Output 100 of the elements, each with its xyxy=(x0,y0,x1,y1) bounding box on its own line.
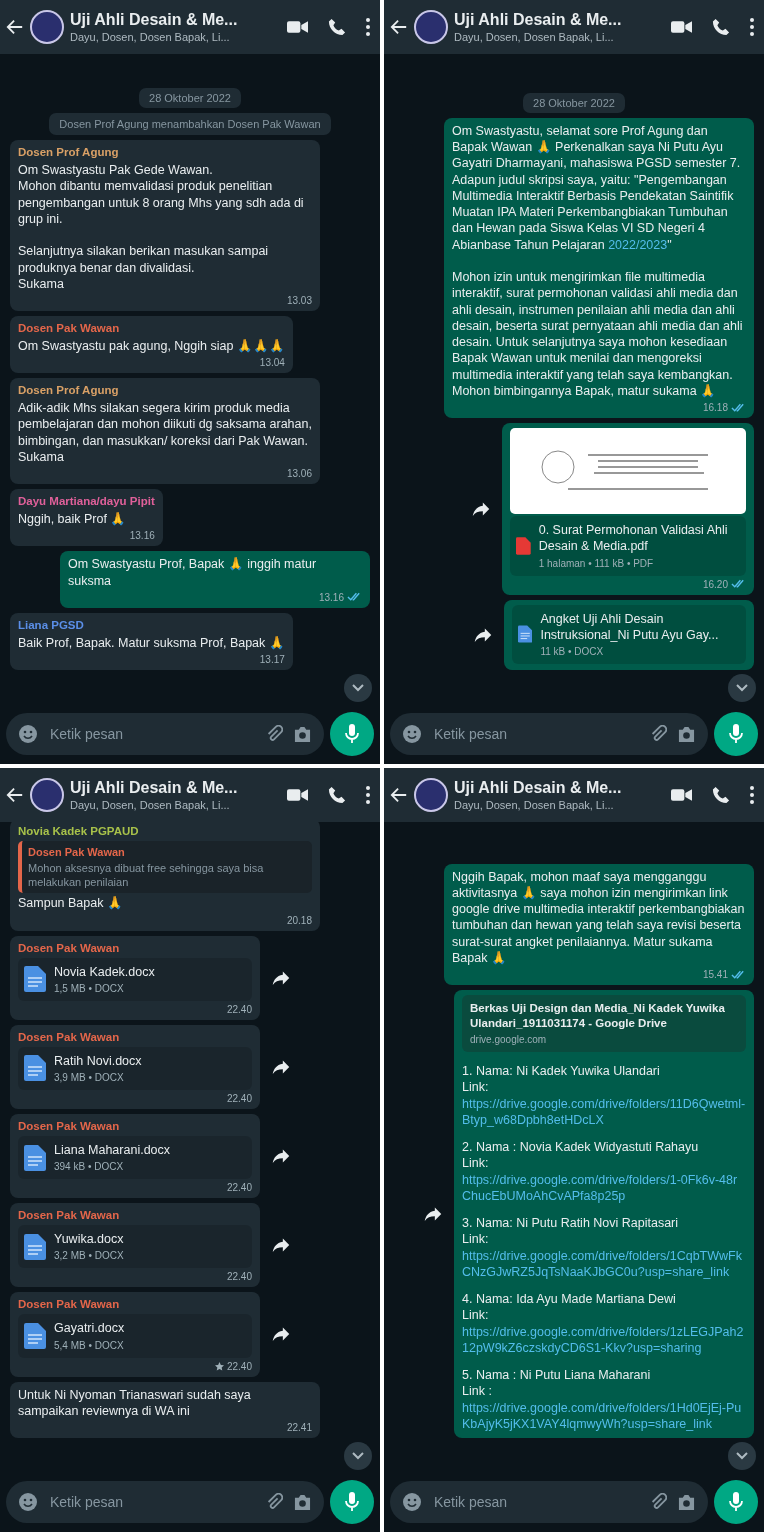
attach-icon[interactable] xyxy=(649,725,667,743)
document-icon xyxy=(24,1233,46,1260)
emoji-icon[interactable] xyxy=(18,724,38,744)
date-chip: 28 Oktober 2022 xyxy=(139,88,241,109)
file-message[interactable]: Dosen Pak Wawan Novia Kadek.docx 1,5 MB • DOCX 22.40 xyxy=(10,935,260,1020)
phone-icon[interactable] xyxy=(712,786,730,804)
menu-icon[interactable] xyxy=(366,18,370,36)
document-icon xyxy=(24,1055,46,1082)
message-time: 13.17 xyxy=(259,653,285,666)
video-call-icon[interactable] xyxy=(287,788,308,802)
camera-icon[interactable] xyxy=(677,1493,696,1511)
quoted-message[interactable]: Dosen Pak Wawan Mohon aksesnya dibuat free sehingga saya bisa melakukan penilaian xyxy=(18,841,312,894)
microphone-button[interactable] xyxy=(330,1480,374,1524)
file-message[interactable]: Dosen Pak Wawan Gayatri.docx 5,4 MB • DOCX 22.40 xyxy=(10,1292,260,1377)
message-input[interactable]: Ketik pesan xyxy=(48,725,255,743)
video-call-icon[interactable] xyxy=(671,20,692,34)
message-time: 13.16 xyxy=(318,590,344,604)
message-input[interactable]: Ketik pesan xyxy=(432,725,639,743)
drive-link[interactable]: https://drive.google.com/drive/folders/1CqbTWwFkCNzGJwRZ5JqTsNaaKJbGC0u?usp=share_link xyxy=(462,1247,746,1280)
file-message[interactable]: 0. Surat Permohonan Validasi Ahli Desain & Media.pdf 1 halaman • 111 kB • PDF 16.20 xyxy=(502,423,754,595)
microphone-button[interactable] xyxy=(714,712,758,756)
phone-icon[interactable] xyxy=(328,18,346,36)
sender-name: Liana PGSD xyxy=(18,617,85,633)
scroll-down-button[interactable] xyxy=(728,674,756,702)
message-text: Untuk Ni Nyoman Trianaswari sudah saya sampaikan reviewnya di WA ini xyxy=(18,1386,252,1419)
message-input-field[interactable]: Ketik pesan xyxy=(6,713,324,755)
emoji-icon[interactable] xyxy=(402,724,422,744)
menu-icon[interactable] xyxy=(750,18,754,36)
message-input[interactable]: Ketik pesan xyxy=(48,1493,255,1511)
scroll-down-button[interactable] xyxy=(344,1442,372,1470)
chat-members: Dayu, Dosen, Dosen Bapak, Li... xyxy=(70,799,231,811)
message-time: 20.18 xyxy=(286,913,312,927)
drive-link[interactable]: https://drive.google.com/drive/folders/1Hd0EjEj-PuKbAjyK5jKX1VAY4lqmwyWh?usp=share_link xyxy=(462,1399,746,1432)
file-info: 1,5 MB • DOCX xyxy=(54,981,125,995)
link-label: Link: xyxy=(462,1079,490,1096)
entry-text: 2. Nama : Novia Kadek Widyastuti Rahayu xyxy=(462,1139,700,1156)
chat-title[interactable]: Uji Ahli Desain & Me... xyxy=(70,779,273,797)
sender-name: Dosen Pak Wawan xyxy=(18,321,121,336)
attach-icon[interactable] xyxy=(265,1493,283,1511)
group-avatar[interactable] xyxy=(414,10,448,44)
attach-icon[interactable] xyxy=(649,1493,667,1511)
message-text: Sampun Bapak 🙏 xyxy=(18,895,124,912)
menu-icon[interactable] xyxy=(366,786,370,804)
back-icon[interactable] xyxy=(390,18,408,36)
file-info: 3,2 MB • DOCX xyxy=(54,1249,124,1263)
emoji-icon[interactable] xyxy=(18,1492,38,1512)
message-text: Adik-adik Mhs silakan segera kirim produk media pembelajaran dan mohon diikuti dg saksama arahan, bimbingan, dan masukkan/ koreksi dari Pak Wawan. Sukama xyxy=(18,400,312,466)
chat-title[interactable]: Uji Ahli Desain & Me... xyxy=(454,11,657,29)
entry-text: 4. Nama: Ida Ayu Made Martiana Dewi xyxy=(462,1291,677,1308)
video-call-icon[interactable] xyxy=(671,788,692,802)
phone-icon[interactable] xyxy=(328,786,346,804)
drive-link[interactable]: https://drive.google.com/drive/folders/1-0Fk6v-48rChucEbUMoAhCvAPfa8p25p xyxy=(462,1171,746,1204)
chevron-down-icon xyxy=(736,1452,748,1460)
message-text: Om Swastyastu, selamat sore Prof Agung dan Bapak Wawan 🙏 Perkenalkan saya Ni Putu Ayu Gayatri Dharmayani, mahasiswa PGSD semester 7. Adapun judul skripsi saya, yaitu: "Pengembangan Multimedia Interaktif Berbasis Pendekatan Saintifik Muatan IPA Materi Perkembangbiakan Tumbuhan dan Hewan pada Siswa Kelas VI SD Negeri 4 Abianbase Tahun Pelajaran 2022/2023" Mohon izin untuk mengirimkan file multimedia interaktif, surat permohonan validasi ahli media dan ahli desain, instrumen penilaian ahli media dan ahli desain, beserta surat pernyataan ahli media dan ahli desain. Untuk selanjutnya saya mohon kesediaan Bapak Wawan untuk menilai dan mengoreksi multimedia interaktif yang telah saya kembangkan. Mohon bimbingannya Bapak, matur sukama 🙏 xyxy=(452,122,744,399)
scroll-down-button[interactable] xyxy=(344,674,372,702)
camera-icon[interactable] xyxy=(677,725,696,743)
chat-members: Dayu, Dosen, Dosen Bapak, Li... xyxy=(70,31,231,43)
file-message[interactable]: Angket Uji Ahli Desain Instruksional_Ni Putu Ayu Gay... 11 kB • DOCX xyxy=(504,599,754,670)
back-icon[interactable] xyxy=(6,18,24,36)
drive-link[interactable]: https://drive.google.com/drive/folders/11D6Qwetml-Btyp_w68Dpbh8etHDcLX xyxy=(462,1095,746,1128)
sender-name: Dosen Pak Wawan xyxy=(18,1208,121,1224)
group-avatar[interactable] xyxy=(30,10,64,44)
file-message[interactable]: Dosen Pak Wawan Ratih Novi.docx 3,9 MB • DOCX 22.40 xyxy=(10,1024,260,1109)
back-icon[interactable] xyxy=(6,786,24,804)
message-time: 22.40 xyxy=(226,1181,252,1195)
link-label: Link: xyxy=(462,1307,490,1324)
camera-icon[interactable] xyxy=(293,1493,312,1511)
file-name: Gayatri.docx xyxy=(54,1320,125,1337)
message-input-field[interactable]: Ketik pesan xyxy=(390,713,708,755)
file-name: 0. Surat Permohonan Validasi Ahli Desain & Media.pdf xyxy=(538,522,729,555)
chat-title[interactable]: Uji Ahli Desain & Me... xyxy=(70,11,273,29)
message-time: 22.40 xyxy=(226,1091,252,1105)
scroll-down-button[interactable] xyxy=(728,1442,756,1470)
file-name: Novia Kadek.docx xyxy=(54,963,155,980)
file-message[interactable]: Dosen Pak Wawan Liana Maharani.docx 394 kB • DOCX 22.40 xyxy=(10,1113,260,1199)
message-input-field[interactable]: Ketik pesan xyxy=(390,1481,708,1523)
quote-text: Mohon aksesnya dibuat free sehingga saya bisa melakukan penilaian xyxy=(28,860,265,890)
group-avatar[interactable] xyxy=(414,778,448,812)
message-input-field[interactable]: Ketik pesan xyxy=(6,1481,324,1523)
phone-icon[interactable] xyxy=(712,18,730,36)
sender-name: Novia Kadek PGPAUD xyxy=(18,824,140,840)
menu-icon[interactable] xyxy=(750,786,754,804)
attach-icon[interactable] xyxy=(265,725,283,743)
file-message[interactable]: Dosen Pak Wawan Yuwika.docx 3,2 MB • DOCX 22.40 xyxy=(10,1203,260,1288)
message-text: Nggih Bapak, mohon maaf saya mengganggu aktivitasnya 🙏 saya mohon izin mengirimkan link google drive multimedia interaktif perkembangbiakan tumbuhan dan hewan yang telah saya revisi beserta surat-surat angket penilaiannya. Matur sukama Bapak 🙏 xyxy=(452,868,746,967)
chat-title[interactable]: Uji Ahli Desain & Me... xyxy=(454,779,657,797)
video-call-icon[interactable] xyxy=(287,20,308,34)
camera-icon[interactable] xyxy=(293,725,312,743)
message-text: Om Swastyastu Pak Gede Wawan. Mohon dibantu memvalidasi produk penelitian pengembangan untuk 8 orang Mhs yang sdh ada di grup ini. Selanjutnya silakan berikan masukan sampai produknya benar dan divalidasi. Sukama xyxy=(18,162,305,292)
microphone-button[interactable] xyxy=(714,1480,758,1524)
emoji-icon[interactable] xyxy=(402,1492,422,1512)
back-icon[interactable] xyxy=(390,786,408,804)
drive-link[interactable]: https://drive.google.com/drive/folders/1zLEGJPah212pW9kZ6czskdyCD6S1-Kkv?usp=sharing xyxy=(462,1323,746,1356)
microphone-button[interactable] xyxy=(330,712,374,756)
link-preview[interactable]: Berkas Uji Design dan Media_Ni Kadek Yuwika Ulandari_1911031174 - Google Drive drive.google.com xyxy=(462,995,746,1052)
group-avatar[interactable] xyxy=(30,778,64,812)
file-info: 3,9 MB • DOCX xyxy=(54,1070,125,1084)
link-text[interactable]: 2022/2023 xyxy=(608,237,668,252)
message-input[interactable]: Ketik pesan xyxy=(432,1493,639,1511)
system-message: Dosen Prof Agung menambahkan Dosen Pak Wawan xyxy=(49,113,331,136)
